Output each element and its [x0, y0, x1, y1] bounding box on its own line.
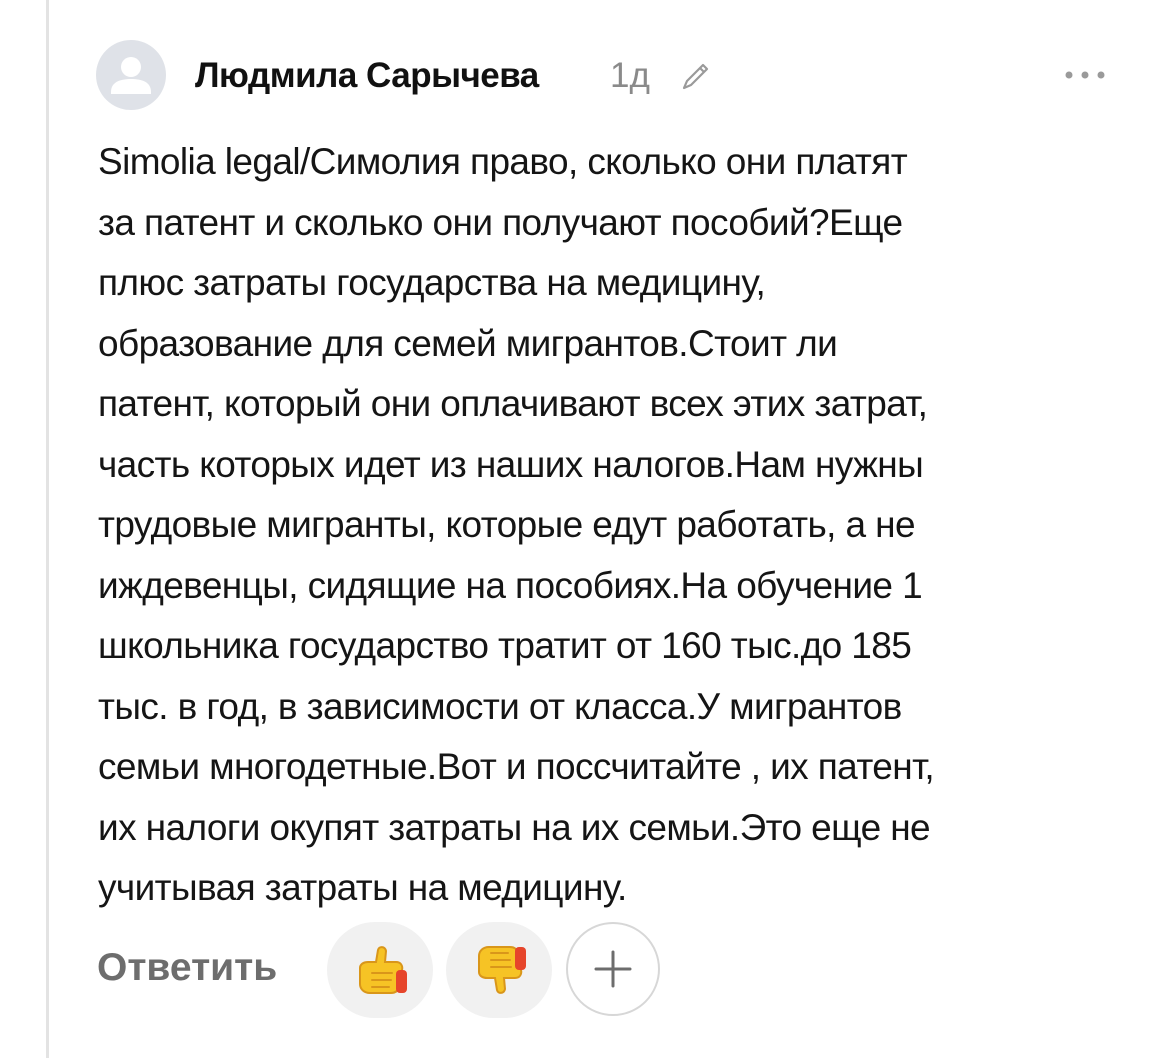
- user-placeholder-icon: [111, 57, 151, 94]
- more-options-button[interactable]: [1060, 60, 1110, 90]
- avatar[interactable]: [96, 40, 166, 110]
- dislike-button[interactable]: [446, 922, 552, 1018]
- pencil-icon: [682, 63, 709, 90]
- more-dots-icon: [1065, 71, 1105, 79]
- comment-body: Simolia legal/Симолия право, сколько они…: [98, 141, 935, 908]
- plus-icon: [594, 950, 632, 988]
- thumbs-down-icon: [478, 946, 526, 994]
- comment-time: 1д: [610, 56, 650, 95]
- thumbs-up-icon: [359, 946, 407, 994]
- reply-button[interactable]: Ответить: [97, 946, 277, 990]
- like-button[interactable]: [327, 922, 433, 1018]
- add-reaction-button[interactable]: [566, 922, 660, 1016]
- author-name[interactable]: Людмила Сарычева: [195, 56, 539, 96]
- thread-line: [46, 0, 49, 1058]
